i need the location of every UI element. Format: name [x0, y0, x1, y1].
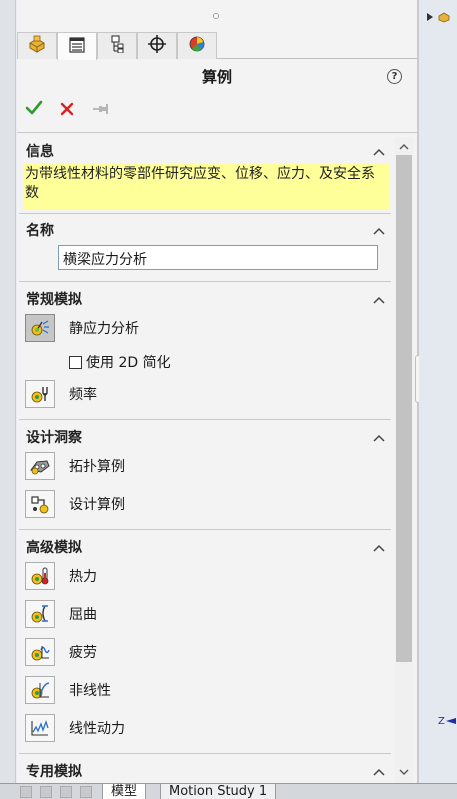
section-divider	[19, 529, 391, 530]
tab-nav-last-icon[interactable]	[80, 786, 92, 798]
study-label: 非线性	[69, 683, 111, 699]
section-title: 专用模拟	[26, 764, 82, 780]
simplify-2d-label: 使用 2D 简化	[86, 355, 171, 371]
tab-configuration-manager[interactable]	[97, 32, 137, 59]
study-option-thermal[interactable]: 热力	[25, 562, 97, 590]
collapse-chevron-icon[interactable]	[373, 431, 385, 442]
scroll-up-arrow-icon[interactable]	[399, 139, 409, 155]
study-option-nonlinear[interactable]: 非线性	[25, 676, 111, 704]
study-label: 线性动力	[69, 721, 125, 737]
study-option-frequency[interactable]: 频率	[25, 380, 97, 408]
study-label: 拓扑算例	[69, 459, 125, 475]
cancel-x-icon[interactable]	[59, 101, 75, 121]
expand-tree-arrow-icon[interactable]	[427, 13, 433, 21]
linear-dynamic-study-icon[interactable]	[25, 714, 55, 742]
section-title: 高级模拟	[26, 540, 82, 556]
bottom-tab-bar: 模型 Motion Study 1	[0, 783, 457, 799]
frequency-study-icon[interactable]	[25, 380, 55, 408]
study-option-design[interactable]: 设计算例	[25, 490, 125, 518]
scrollbar-thumb[interactable]	[396, 155, 412, 662]
tab-dimxpert-manager[interactable]	[137, 32, 177, 59]
tab-nav-prev-icon[interactable]	[40, 786, 52, 798]
info-text: 为带线性材料的零部件研究应变、位移、应力、及安全系数	[23, 163, 390, 209]
crosshair-icon	[147, 35, 167, 57]
section-title: 信息	[26, 144, 54, 160]
simplify-2d-option[interactable]: 使用 2D 简化	[69, 352, 171, 372]
study-options-list: 信息 为带线性材料的零部件研究应变、位移、应力、及安全系数 名称 横梁应力分析 …	[17, 133, 393, 783]
study-option-topology[interactable]: 拓扑算例	[25, 452, 125, 480]
nonlinear-study-icon[interactable]	[25, 676, 55, 704]
collapse-chevron-icon[interactable]	[373, 224, 385, 235]
buckling-study-icon[interactable]	[25, 600, 55, 628]
study-label: 频率	[69, 387, 97, 403]
pushpin-icon[interactable]	[91, 101, 109, 121]
study-label: 热力	[69, 569, 97, 585]
display-manager-icon	[187, 35, 207, 57]
left-edge-strip	[0, 0, 16, 799]
study-label: 疲劳	[69, 645, 97, 661]
thermal-study-icon[interactable]	[25, 562, 55, 590]
section-title: 设计洞察	[26, 430, 82, 446]
study-option-buckling[interactable]: 屈曲	[25, 600, 97, 628]
manager-tabs	[17, 32, 417, 60]
collapse-chevron-icon[interactable]	[373, 541, 385, 552]
section-title: 名称	[26, 223, 54, 239]
feature-manager-icon	[27, 35, 47, 57]
simplify-2d-checkbox[interactable]	[69, 355, 82, 369]
tab-nav-first-icon[interactable]	[20, 786, 32, 798]
section-divider	[19, 753, 391, 754]
study-label: 屈曲	[69, 607, 97, 623]
section-title: 常规模拟	[26, 292, 82, 308]
collapse-chevron-icon[interactable]	[373, 145, 385, 156]
study-option-static[interactable]: 静应力分析	[25, 314, 139, 342]
vertical-scrollbar[interactable]	[395, 137, 413, 783]
study-label: 静应力分析	[69, 321, 139, 337]
help-icon[interactable]: ?	[387, 69, 402, 84]
property-manager-panel: 算例 ? 信息 为带线性材料的零部件研究应变、位移、应力、及安全系数 名称 横梁…	[17, 0, 417, 783]
section-divider	[19, 281, 391, 282]
configuration-manager-icon	[107, 35, 127, 57]
grip-dot-icon	[213, 13, 219, 19]
section-divider	[19, 419, 391, 420]
ok-checkmark-icon[interactable]	[25, 100, 43, 120]
tab-motion-study[interactable]: Motion Study 1	[160, 784, 277, 799]
study-name-input[interactable]: 横梁应力分析	[58, 245, 378, 270]
graphics-viewport[interactable]: Z	[419, 0, 457, 783]
tab-model[interactable]: 模型	[102, 784, 147, 799]
panel-top-grip[interactable]	[17, 0, 417, 32]
part-icon[interactable]	[437, 11, 451, 23]
collapse-chevron-icon[interactable]	[373, 765, 385, 776]
static-study-icon[interactable]	[25, 314, 55, 342]
tab-nav-next-icon[interactable]	[60, 786, 72, 798]
axis-arrow-icon	[446, 718, 456, 724]
info-section: 信息 为带线性材料的零部件研究应变、位移、应力、及安全系数	[17, 133, 393, 213]
study-option-fatigue[interactable]: 疲劳	[25, 638, 97, 666]
study-option-linear-dynamic[interactable]: 线性动力	[25, 714, 125, 742]
tab-property-manager[interactable]	[57, 32, 97, 60]
design-study-icon[interactable]	[25, 490, 55, 518]
study-label: 设计算例	[69, 497, 125, 513]
collapse-chevron-icon[interactable]	[373, 293, 385, 304]
page-title: 算例	[201, 68, 232, 86]
tab-feature-manager[interactable]	[17, 32, 57, 59]
topology-study-icon[interactable]	[25, 452, 55, 480]
fatigue-study-icon[interactable]	[25, 638, 55, 666]
tab-display-manager[interactable]	[177, 32, 217, 59]
property-manager-icon	[67, 36, 87, 58]
scroll-down-arrow-icon[interactable]	[399, 764, 409, 780]
axis-label: Z	[438, 716, 445, 727]
